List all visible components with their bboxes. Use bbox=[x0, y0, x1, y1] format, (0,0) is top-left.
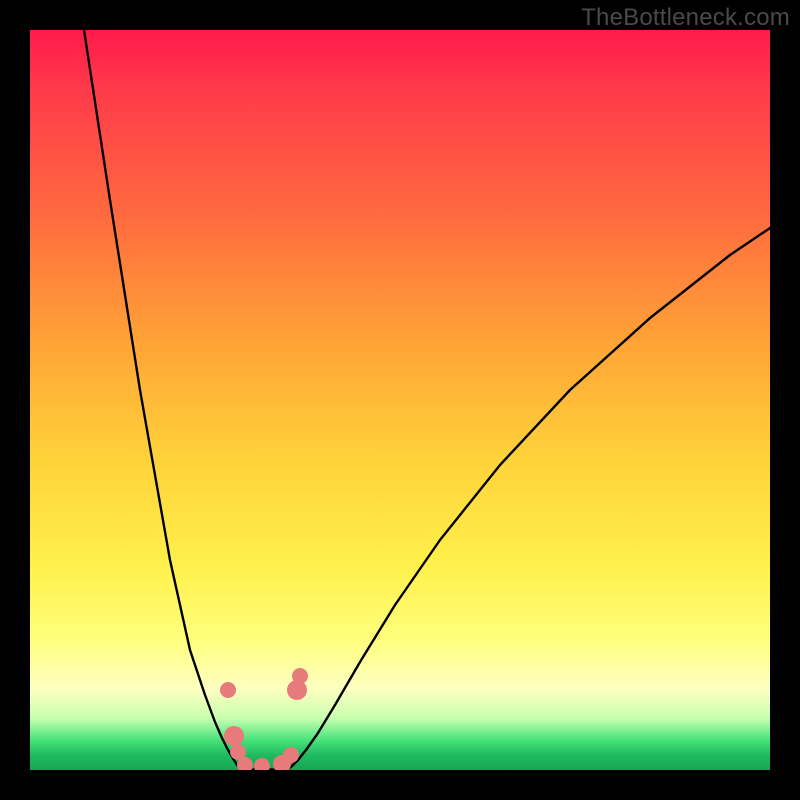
bottleneck-curve-svg bbox=[30, 30, 770, 770]
optimum-dot bbox=[237, 757, 253, 770]
plot-area bbox=[30, 30, 770, 770]
optimum-dots bbox=[220, 668, 308, 770]
optimum-dot bbox=[283, 747, 299, 763]
optimum-dot bbox=[230, 744, 246, 760]
optimum-dot bbox=[224, 726, 244, 746]
chart-frame: TheBottleneck.com bbox=[0, 0, 800, 800]
optimum-dot bbox=[273, 755, 291, 770]
optimum-dot bbox=[292, 668, 308, 684]
watermark-label: TheBottleneck.com bbox=[581, 4, 790, 32]
bottleneck-curve bbox=[84, 30, 770, 770]
optimum-dot bbox=[220, 682, 236, 698]
optimum-dot bbox=[287, 680, 307, 700]
optimum-dot bbox=[254, 758, 270, 770]
